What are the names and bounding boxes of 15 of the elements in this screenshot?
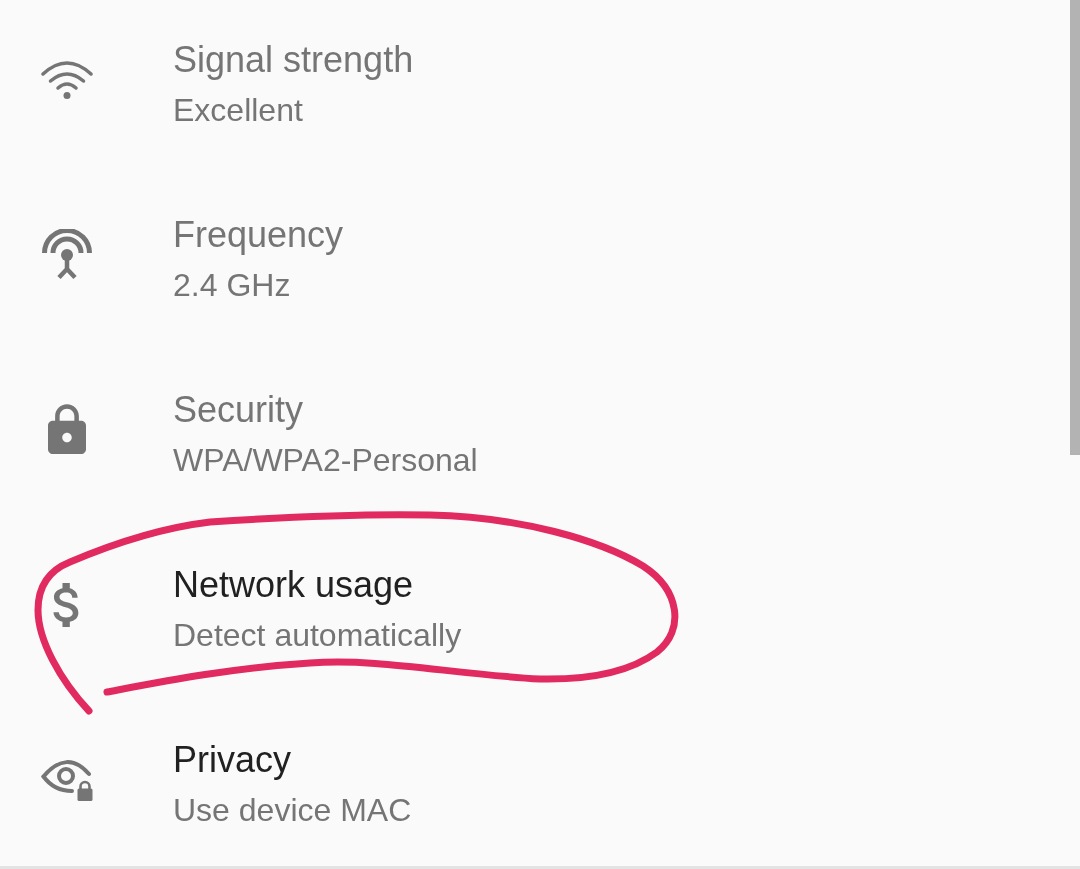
setting-title: Frequency: [173, 212, 344, 257]
setting-title: Privacy: [173, 737, 293, 782]
setting-summary: Detect automatically: [173, 615, 462, 655]
dollar-icon: [53, 582, 81, 627]
setting-summary: WPA/WPA2-Personal: [173, 440, 478, 480]
eye-lock-icon: [41, 758, 93, 801]
setting-title: Security: [173, 387, 305, 432]
antenna-icon: [40, 228, 94, 281]
wifi-signal-icon: [40, 59, 94, 100]
setting-title: Network usage: [173, 562, 415, 607]
setting-summary: Excellent: [173, 90, 304, 130]
setting-summary: Use device MAC: [173, 790, 412, 830]
setting-title: Signal strength: [173, 37, 414, 82]
lock-icon: [48, 404, 86, 455]
setting-summary: 2.4 GHz: [173, 265, 292, 305]
